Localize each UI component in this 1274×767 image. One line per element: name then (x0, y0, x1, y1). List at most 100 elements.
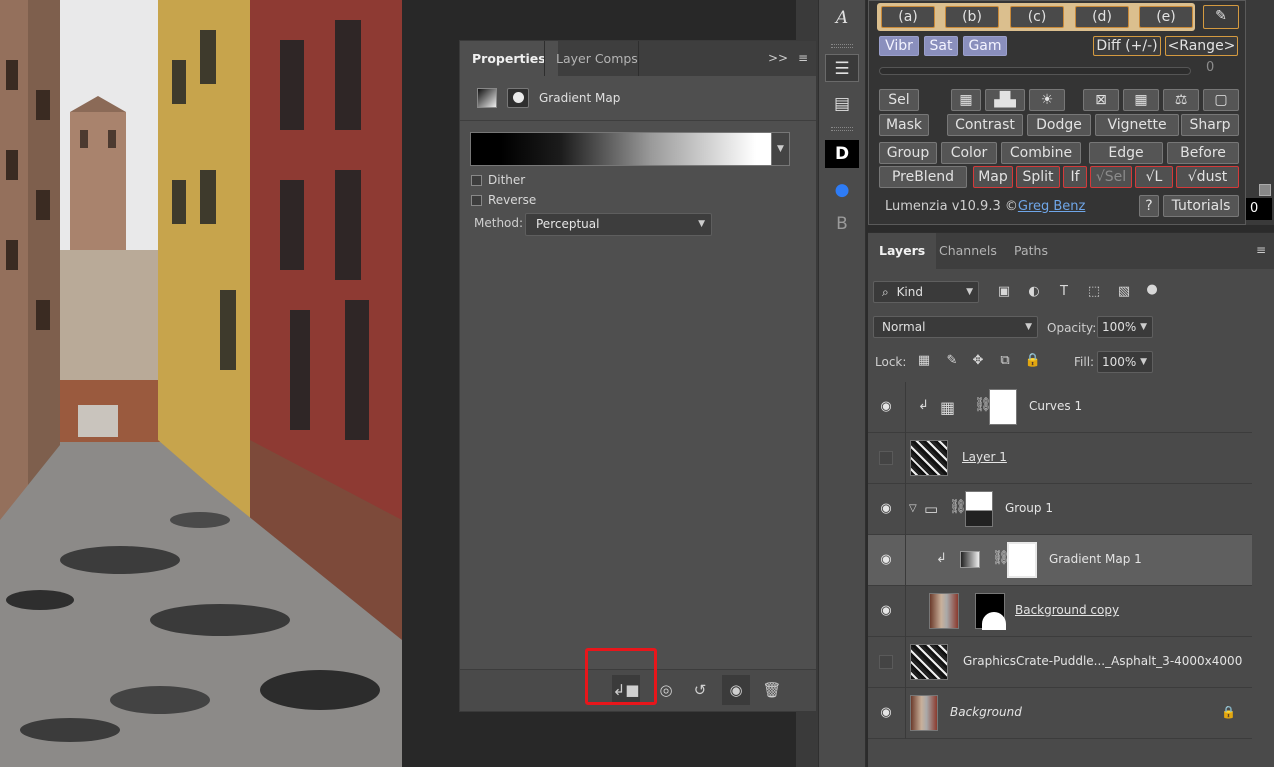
visibility-off-box[interactable] (879, 655, 893, 669)
tab-channels[interactable]: Channels (928, 233, 1008, 269)
adjustments-icon[interactable]: ☰ (825, 54, 859, 82)
gradient-preview[interactable] (470, 132, 772, 166)
gradient-picker-dropdown[interactable]: ▼ (771, 132, 790, 166)
plugin-b-icon[interactable]: B (825, 210, 859, 238)
eye-icon[interactable]: ◉ (876, 398, 896, 416)
layer-name[interactable]: Group 1 (1005, 501, 1053, 515)
image-filter-icon[interactable]: ▣ (995, 283, 1013, 301)
reverse-option[interactable]: Reverse (471, 192, 536, 208)
fill-field[interactable]: 100% ▼ (1097, 351, 1153, 373)
dither-option[interactable]: Dither (471, 172, 525, 188)
lock-artboard-icon[interactable]: ⧉ (996, 352, 1014, 370)
range-button[interactable]: <Range> (1165, 36, 1238, 56)
filter-toggle-icon[interactable]: ● (1143, 281, 1161, 299)
lumenzia-c-button[interactable]: (c) (1010, 6, 1064, 28)
tab-layer-comps[interactable]: Layer Comps (544, 41, 650, 76)
lumenzia-value-box[interactable]: 0 (1246, 198, 1272, 220)
eye-icon[interactable]: ◉ (876, 704, 896, 722)
vibr-button[interactable]: Vibr (879, 36, 919, 56)
lumenzia-slider[interactable] (879, 67, 1191, 75)
histogram-button[interactable]: ▟▙ (985, 89, 1025, 111)
frame-button[interactable]: ⊠ (1083, 89, 1119, 111)
split-button[interactable]: Split (1016, 166, 1060, 188)
toggle-visibility-button[interactable]: ◉ (722, 675, 750, 705)
group-mask-thumbnail[interactable] (965, 491, 993, 527)
check-sel-button[interactable]: √Sel (1090, 166, 1132, 188)
tab-paths[interactable]: Paths (1003, 233, 1059, 269)
dodge-button[interactable]: Dodge (1027, 114, 1091, 136)
character-icon[interactable]: A (825, 4, 859, 32)
grip-handle[interactable] (831, 44, 853, 48)
grip-handle[interactable] (831, 127, 853, 131)
gradient-map-icon[interactable] (477, 88, 497, 108)
layer-row-puddle-texture[interactable]: GraphicsCrate-Puddle..._Asphalt_3-4000x4… (868, 637, 1252, 688)
double-chevron-right-icon[interactable]: >> (768, 51, 788, 65)
layer-name[interactable]: Background (950, 705, 1022, 719)
method-select[interactable]: Perceptual ▼ (525, 213, 712, 236)
grid-button[interactable]: ▦ (1123, 89, 1159, 111)
gam-button[interactable]: Gam (963, 36, 1007, 56)
layers-scrollbar[interactable] (1252, 376, 1274, 767)
contrast-button[interactable]: Contrast (947, 114, 1023, 136)
layer-thumbnail[interactable] (910, 695, 938, 731)
smart-object-filter-icon[interactable]: ▧ (1115, 283, 1133, 301)
sat-button[interactable]: Sat (924, 36, 958, 56)
combine-button[interactable]: Combine (1001, 142, 1081, 164)
eyedropper-button[interactable]: ✎ (1203, 5, 1239, 29)
check-dust-button[interactable]: √dust (1176, 166, 1239, 188)
lock-paint-icon[interactable]: ✎ (943, 352, 961, 370)
smart-object-thumbnail[interactable] (910, 644, 948, 680)
blend-mode-select[interactable]: Normal ▼ (873, 316, 1038, 338)
lumenzia-d-button[interactable]: (d) (1075, 6, 1129, 28)
eye-plugin-icon[interactable]: ● (825, 176, 859, 204)
help-button[interactable]: ? (1139, 195, 1159, 217)
adjustment-filter-icon[interactable]: ◐ (1025, 283, 1043, 301)
balance-button[interactable]: ⚖ (1163, 89, 1199, 111)
panel-menu-icon[interactable]: ≡ (1256, 243, 1266, 257)
panel-collapse-menu[interactable]: >> ≡ (768, 51, 808, 65)
reverse-checkbox[interactable] (471, 194, 482, 206)
layer-row-curves-1[interactable]: ◉ ↲ ▦ ⛓ Curves 1 (868, 382, 1252, 433)
filter-kind-select[interactable]: ⌕ Kind ▼ (873, 281, 979, 303)
group-button[interactable]: Group (879, 142, 937, 164)
edge-button[interactable]: Edge (1089, 142, 1163, 164)
eye-icon[interactable]: ◉ (876, 551, 896, 569)
lock-transparent-icon[interactable]: ▦ (915, 352, 933, 370)
layer-mask-thumbnail[interactable] (975, 593, 1006, 630)
layer-row-background-copy[interactable]: ◉ Background copy (868, 586, 1252, 637)
opacity-field[interactable]: 100% ▼ (1097, 316, 1153, 338)
shape-filter-icon[interactable]: ⬚ (1085, 283, 1103, 301)
vignette-button[interactable]: Vignette (1095, 114, 1179, 136)
lumenzia-b-button[interactable]: (b) (945, 6, 999, 28)
sun-button[interactable]: ☀ (1029, 89, 1065, 111)
delete-adjustment-button[interactable]: 🗑 (758, 675, 786, 705)
author-link[interactable]: Greg Benz (1018, 199, 1086, 214)
preblend-button[interactable]: PreBlend (879, 166, 967, 188)
visibility-off-box[interactable] (879, 451, 893, 465)
sharp-button[interactable]: Sharp (1181, 114, 1239, 136)
type-filter-icon[interactable]: T (1055, 283, 1073, 301)
lock-all-icon[interactable]: 🔒 (1024, 352, 1042, 370)
check-l-button[interactable]: √L (1135, 166, 1173, 188)
mask-button[interactable]: Mask (879, 114, 929, 136)
color-button[interactable]: Color (941, 142, 997, 164)
sel-button[interactable]: Sel (879, 89, 919, 111)
layer-row-layer-1[interactable]: Layer 1 (868, 433, 1252, 484)
tab-layers[interactable]: Layers (868, 233, 937, 269)
square-button[interactable]: ▢ (1203, 89, 1239, 111)
eye-icon[interactable]: ◉ (876, 602, 896, 620)
layer-mask-thumbnail[interactable] (1007, 542, 1037, 578)
curves-zone-button[interactable]: ▦ (951, 89, 981, 111)
lock-move-icon[interactable]: ✥ (969, 352, 987, 370)
layer-row-background[interactable]: ◉ Background 🔒 (868, 688, 1252, 739)
layer-mask-icon[interactable] (507, 88, 529, 108)
layer-name[interactable]: Layer 1 (962, 450, 1007, 464)
lumenzia-e-button[interactable]: (e) (1139, 6, 1193, 28)
lumenzia-scroll-thumb[interactable] (1259, 184, 1271, 196)
eye-icon[interactable]: ◉ (876, 500, 896, 518)
properties-icon[interactable]: ▤ (825, 90, 859, 118)
document-canvas[interactable] (0, 0, 402, 767)
layer-thumbnail[interactable] (929, 593, 959, 629)
lumenzia-a-button[interactable]: (a) (881, 6, 935, 28)
if-button[interactable]: If (1063, 166, 1087, 188)
